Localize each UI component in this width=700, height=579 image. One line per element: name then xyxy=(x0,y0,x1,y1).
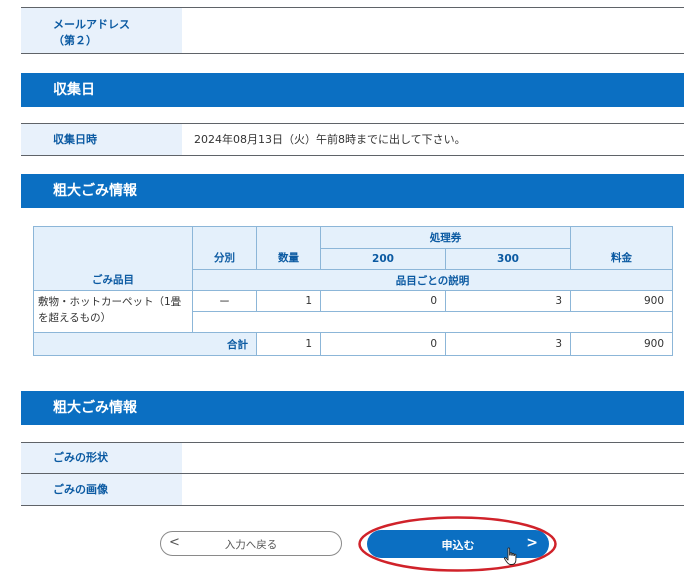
row-quantity: 1 xyxy=(256,290,321,312)
image-label: ごみの画像 xyxy=(21,474,182,505)
details-section-header: 粗大ごみ情報 xyxy=(21,391,684,425)
divider xyxy=(21,53,684,54)
row-fee: 900 xyxy=(570,290,673,312)
email2-label: メールアドレス （第２） xyxy=(21,8,182,53)
row-t300: 3 xyxy=(445,290,571,312)
collection-date-value: 2024年08月13日（火）午前8時までに出して下さい。 xyxy=(194,133,466,146)
divider xyxy=(21,505,684,506)
row-category: ー xyxy=(192,290,257,312)
shape-label: ごみの形状 xyxy=(21,443,182,473)
col-tickets-header: 処理券 xyxy=(320,226,571,249)
col-t300-header: 300 xyxy=(445,248,571,270)
col-t200-header: 200 xyxy=(320,248,446,270)
row-t200: 0 xyxy=(320,290,446,312)
col-quantity-header: 数量 xyxy=(256,226,321,270)
total-fee: 900 xyxy=(570,332,673,356)
total-label: 合計 xyxy=(33,332,257,356)
total-row: 合計 1 0 3 900 xyxy=(33,332,673,356)
collection-section-header: 収集日 xyxy=(21,73,684,107)
col-desc-header: 品目ごとの説明 xyxy=(192,269,673,291)
col-category-header: 分別 xyxy=(192,226,257,270)
table-row: 敷物・ホットカーペット（1畳を超えるもの） ー 1 0 3 900 xyxy=(33,290,673,333)
row-description xyxy=(192,311,673,333)
highlight-oval xyxy=(358,516,557,572)
items-section-header: 粗大ごみ情報 xyxy=(21,174,684,208)
total-t300: 3 xyxy=(445,332,571,356)
collection-date-label: 収集日時 xyxy=(21,124,182,155)
total-quantity: 1 xyxy=(256,332,321,356)
col-fee-header: 料金 xyxy=(570,226,673,270)
divider xyxy=(21,155,684,156)
back-to-input-button[interactable]: < 入力へ戻る xyxy=(160,531,342,556)
total-t200: 0 xyxy=(320,332,446,356)
items-table: ごみ品目 分別 数量 処理券 料金 200 300 品目ごとの説明 敷物・ホット… xyxy=(33,226,673,356)
row-item: 敷物・ホットカーペット（1畳を超えるもの） xyxy=(33,290,193,333)
back-button-label: 入力へ戻る xyxy=(224,539,278,551)
hand-pointer-cursor-icon xyxy=(504,547,517,565)
col-item-header: ごみ品目 xyxy=(33,226,193,291)
